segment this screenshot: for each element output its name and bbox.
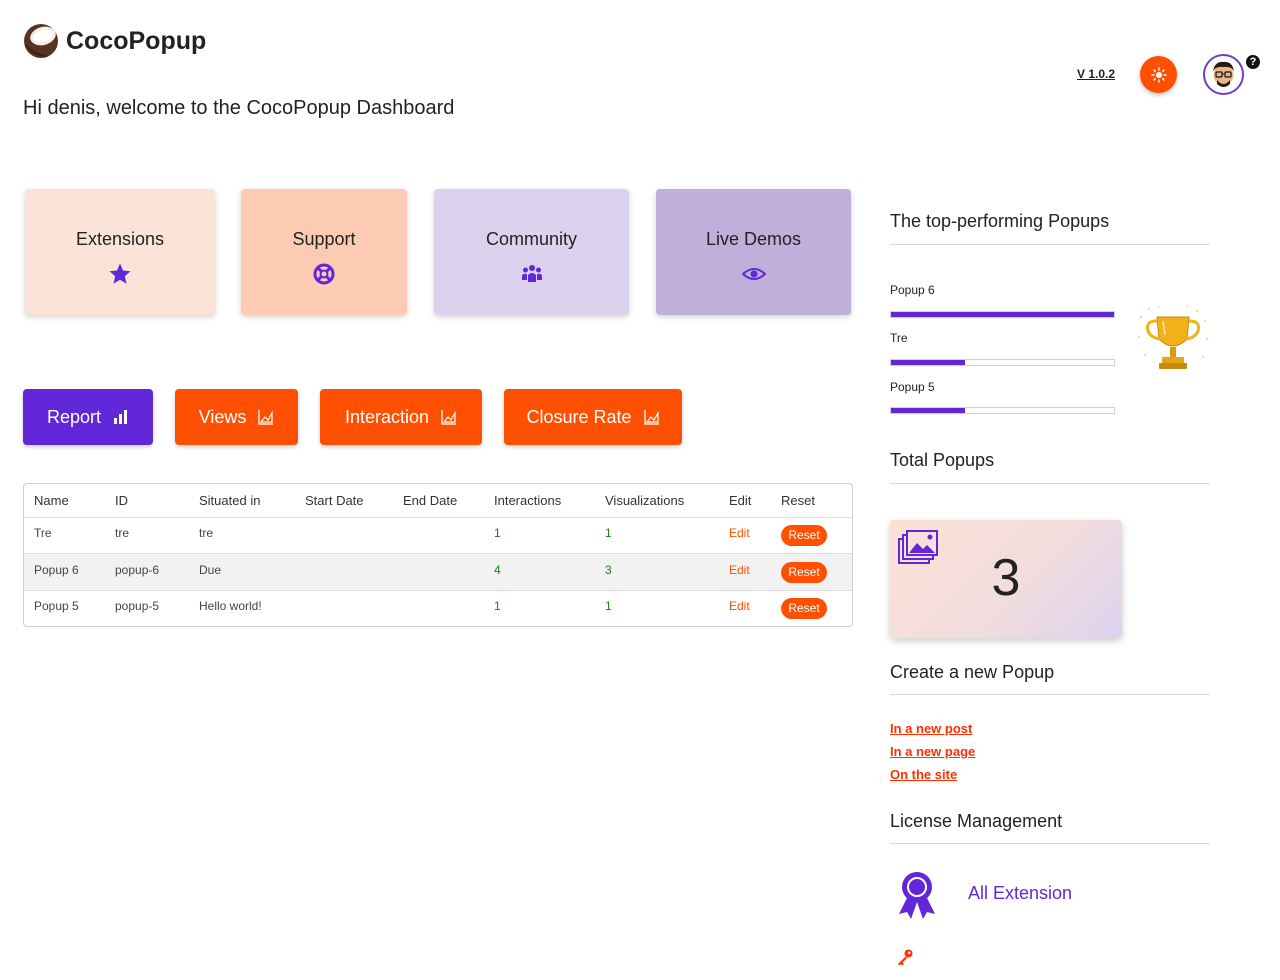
- edit-link[interactable]: Edit: [729, 563, 750, 577]
- user-avatar-icon: [1213, 61, 1234, 87]
- license-title: License Management: [890, 811, 1063, 831]
- award-icon[interactable]: [896, 870, 938, 920]
- divider: [24, 590, 852, 591]
- column-header-visualizations: Visualizations: [605, 493, 685, 508]
- cell-interactions: 1: [494, 599, 501, 613]
- edit-link[interactable]: Edit: [729, 526, 750, 540]
- cell-id: popup-5: [115, 599, 160, 613]
- live-demos-card[interactable]: Live Demos: [656, 189, 851, 315]
- cell-name: Popup 5: [34, 599, 79, 613]
- column-header-start-date: Start Date: [305, 493, 364, 508]
- cell-interactions: 1: [494, 526, 501, 540]
- progress-fill: [891, 360, 965, 365]
- cell-visualizations: 1: [605, 599, 612, 613]
- star-icon: [109, 263, 131, 284]
- column-header-interactions: Interactions: [494, 493, 562, 508]
- column-header-end-date: End Date: [403, 493, 458, 508]
- column-header-name: Name: [34, 493, 69, 508]
- area-chart-icon: [643, 410, 659, 425]
- cell-name: Popup 6: [34, 563, 79, 577]
- tab-label: Closure Rate: [526, 406, 632, 427]
- version-link[interactable]: V 1.0.2: [1077, 67, 1115, 81]
- reset-button[interactable]: Reset: [781, 598, 827, 619]
- top-popup-label: Popup 5: [890, 380, 935, 394]
- lifebuoy-icon: [313, 263, 335, 285]
- tab-interaction[interactable]: Interaction: [320, 389, 482, 445]
- reset-button[interactable]: Reset: [781, 525, 827, 546]
- cell-situated-in: Due: [199, 563, 222, 577]
- cell-visualizations: 3: [605, 563, 612, 577]
- cell-id: popup-6: [115, 563, 160, 577]
- eye-icon: [741, 268, 766, 280]
- create-popup-title: Create a new Popup: [890, 662, 1055, 682]
- column-header-edit: Edit: [729, 493, 752, 508]
- key-icon[interactable]: [896, 948, 914, 966]
- column-header-situated-in: Situated in: [199, 493, 261, 508]
- cell-situated-in: Hello world!: [199, 599, 262, 613]
- extensions-card[interactable]: Extensions: [25, 189, 215, 315]
- reset-button[interactable]: Reset: [781, 562, 827, 583]
- progress-bar: [890, 311, 1115, 318]
- total-popups-title: Total Popups: [890, 450, 995, 470]
- area-chart-icon: [258, 410, 274, 425]
- divider: [890, 843, 1210, 844]
- help-icon[interactable]: ?: [1246, 55, 1260, 69]
- card-title: Support: [292, 229, 356, 249]
- card-title: Extensions: [75, 229, 165, 249]
- tab-label: Views: [198, 406, 247, 427]
- cell-situated-in: tre: [199, 526, 214, 540]
- tab-views[interactable]: Views: [175, 389, 298, 445]
- new-post-link[interactable]: In a new post: [890, 721, 972, 736]
- top-popup-label: Tre: [890, 331, 908, 345]
- popups-table: Name ID Situated in Start Date End Date …: [23, 483, 853, 627]
- new-page-link[interactable]: In a new page: [890, 744, 975, 759]
- welcome-message: Hi denis, welcome to the CocoPopup Dashb…: [23, 97, 455, 119]
- progress-fill: [891, 408, 965, 413]
- tab-report[interactable]: Report: [23, 389, 153, 445]
- tab-closure-rate[interactable]: Closure Rate: [504, 389, 682, 445]
- divider: [890, 244, 1210, 245]
- theme-toggle-button[interactable]: [1140, 56, 1177, 93]
- bar-chart-icon: [114, 410, 128, 424]
- cell-name: Tre: [34, 526, 52, 540]
- progress-bar: [890, 407, 1115, 414]
- on-site-link[interactable]: On the site: [890, 767, 957, 782]
- license-extension-link[interactable]: All Extension: [968, 883, 1072, 904]
- tab-label: Report: [46, 406, 102, 427]
- total-popups-value: 3: [991, 549, 1021, 607]
- total-popups-card: 3: [890, 520, 1122, 638]
- avatar[interactable]: [1203, 54, 1244, 95]
- app-logo[interactable]: CocoPopup: [23, 23, 206, 59]
- support-card[interactable]: Support: [241, 189, 407, 315]
- column-header-reset: Reset: [781, 493, 815, 508]
- app-name: CocoPopup: [66, 26, 207, 55]
- cell-visualizations: 1: [605, 526, 612, 540]
- divider: [24, 517, 852, 518]
- divider: [890, 483, 1210, 484]
- edit-link[interactable]: Edit: [729, 599, 750, 613]
- card-title: Community: [485, 229, 578, 249]
- sun-icon: [1150, 66, 1167, 83]
- community-card[interactable]: Community: [434, 189, 629, 315]
- progress-bar: [890, 359, 1115, 366]
- top-popup-label: Popup 6: [890, 283, 935, 297]
- area-chart-icon: [441, 410, 457, 425]
- progress-fill: [891, 312, 1114, 317]
- cell-interactions: 4: [494, 563, 501, 577]
- card-title: Live Demos: [705, 229, 802, 249]
- users-icon: [521, 265, 542, 282]
- trophy-icon: [1138, 305, 1209, 369]
- column-header-id: ID: [115, 493, 128, 508]
- tab-label: Interaction: [344, 406, 430, 427]
- coconut-icon: [24, 24, 58, 58]
- divider: [890, 694, 1210, 695]
- top-performing-title: The top-performing Popups: [890, 211, 1110, 231]
- cell-id: tre: [115, 526, 130, 540]
